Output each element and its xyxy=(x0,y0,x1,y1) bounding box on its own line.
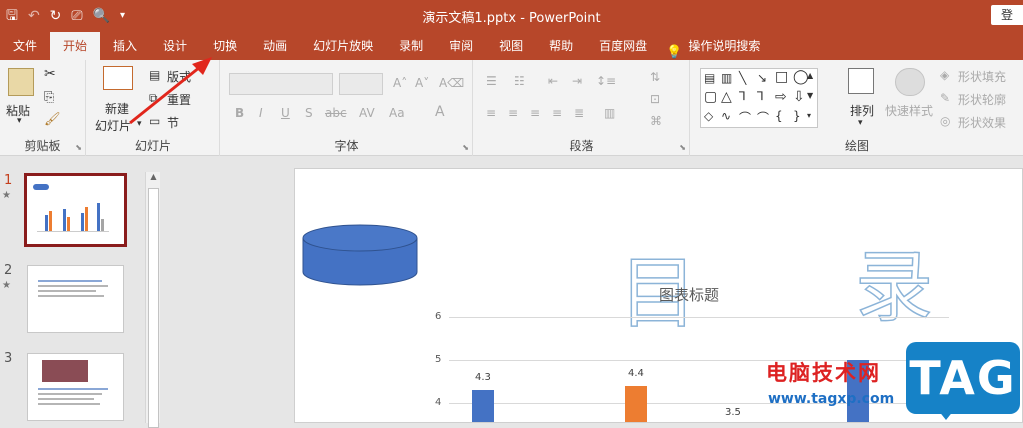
slide-thumbnails-panel: 1 ★ 2 ★ 3 ▲ xyxy=(0,157,165,428)
title-char-lu[interactable]: 录 xyxy=(854,248,934,328)
slide-thumbnail-3[interactable] xyxy=(27,353,124,421)
scroll-up-icon[interactable]: ▲ xyxy=(146,172,161,186)
y-tick-4: 4 xyxy=(435,397,442,408)
data-label-1: 4.3 xyxy=(475,372,491,383)
gridline-6 xyxy=(449,317,949,318)
y-tick-5: 5 xyxy=(435,354,442,365)
animation-star-icon: ★ xyxy=(2,190,11,201)
bar-series1-cat1 xyxy=(472,390,494,422)
data-label-2: 4.4 xyxy=(628,368,644,379)
y-tick-6: 6 xyxy=(435,311,442,322)
tag-logo-tail xyxy=(938,410,954,420)
slide-number-3: 3 xyxy=(4,351,13,366)
tag-logo: TAG xyxy=(906,342,1020,414)
data-label-3: 3.5 xyxy=(725,407,741,418)
animation-star-icon: ★ xyxy=(2,280,11,291)
watermark-text: 电脑技术网 xyxy=(766,361,881,385)
cylinder-shape[interactable] xyxy=(302,224,420,290)
scrollbar-thumb[interactable] xyxy=(148,188,159,428)
slide-thumbnail-2[interactable] xyxy=(27,265,124,333)
thumb-chart xyxy=(37,198,109,232)
bar-series2-cat1 xyxy=(625,385,647,422)
thumbnail-scrollbar[interactable]: ▲ xyxy=(145,172,161,428)
slide-number-2: 2 xyxy=(4,263,13,278)
slide-thumbnail-1[interactable] xyxy=(24,173,127,247)
thumb-cylinder xyxy=(33,184,49,190)
chart-title[interactable]: 图表标题 xyxy=(659,284,719,305)
watermark-url: www.tagxp.com xyxy=(768,391,895,407)
thumb-image xyxy=(42,360,88,382)
slide-number-1: 1 xyxy=(4,173,13,188)
